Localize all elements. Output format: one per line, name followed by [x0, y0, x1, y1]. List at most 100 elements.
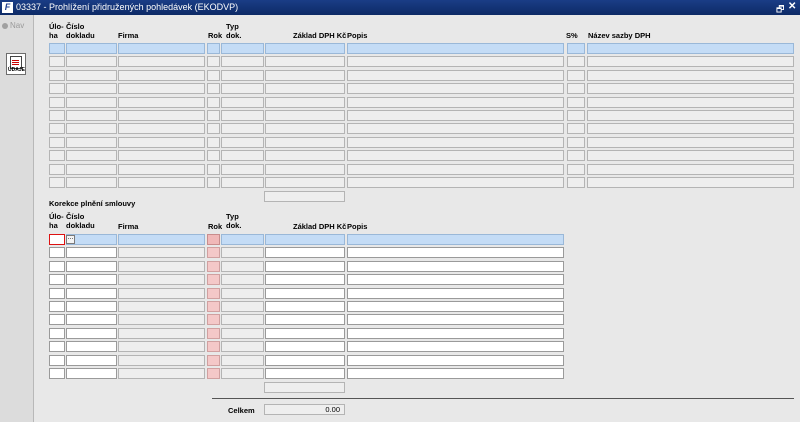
top-cell-cislo[interactable]: [66, 69, 117, 81]
bottom-cell-typ[interactable]: [221, 341, 264, 353]
bottom-cell-uloha[interactable]: [49, 301, 65, 312]
top-cell-nazev[interactable]: [587, 43, 794, 54]
bottom-cell-popis[interactable]: [347, 247, 564, 259]
bottom-cell-popis[interactable]: [347, 287, 564, 299]
top-cell-nazev[interactable]: [587, 96, 794, 108]
bottom-cell-zaklad[interactable]: [265, 314, 345, 326]
top-cell-zaklad[interactable]: [265, 110, 345, 121]
top-cell-uloha[interactable]: [49, 177, 65, 188]
top-cell-rok[interactable]: [207, 163, 220, 175]
bottom-cell-uloha[interactable]: [49, 274, 65, 286]
bottom-cell-firma[interactable]: [118, 368, 205, 379]
lov-button[interactable]: ...: [66, 234, 75, 244]
top-cell-zaklad[interactable]: [265, 150, 345, 162]
top-cell-zaklad[interactable]: [265, 136, 345, 148]
bottom-cell-zaklad[interactable]: [265, 287, 345, 299]
top-cell-rok[interactable]: [207, 96, 220, 108]
restore-window-icon[interactable]: 🗗: [776, 2, 784, 18]
bottom-cell-firma[interactable]: [118, 274, 205, 286]
top-cell-typ[interactable]: [221, 163, 264, 175]
top-cell-nazev[interactable]: [587, 177, 794, 188]
bottom-cell-cislo[interactable]: [66, 354, 117, 366]
bottom-cell-rok[interactable]: [207, 354, 220, 366]
bottom-cell-uloha[interactable]: [49, 354, 65, 366]
top-cell-typ[interactable]: [221, 43, 264, 54]
bottom-cell-cislo[interactable]: [66, 287, 117, 299]
top-cell-popis[interactable]: [347, 96, 564, 108]
top-cell-firma[interactable]: [118, 163, 205, 175]
bottom-cell-cislo[interactable]: [66, 327, 117, 339]
top-cell-nazev[interactable]: [587, 56, 794, 68]
top-cell-zaklad[interactable]: [265, 56, 345, 68]
bottom-cell-rok[interactable]: [207, 274, 220, 286]
top-cell-nazev[interactable]: [587, 123, 794, 135]
top-cell-zaklad[interactable]: [265, 123, 345, 135]
top-cell-spct[interactable]: [567, 43, 585, 54]
top-cell-spct[interactable]: [567, 177, 585, 188]
bottom-cell-popis[interactable]: [347, 354, 564, 366]
bottom-cell-uloha[interactable]: [49, 327, 65, 339]
bottom-cell-cislo[interactable]: [66, 314, 117, 326]
top-cell-popis[interactable]: [347, 163, 564, 175]
top-cell-rok[interactable]: [207, 136, 220, 148]
top-cell-uloha[interactable]: [49, 69, 65, 81]
bottom-cell-typ[interactable]: [221, 354, 264, 366]
top-cell-cislo[interactable]: [66, 136, 117, 148]
bottom-cell-rok[interactable]: [207, 234, 220, 245]
top-cell-firma[interactable]: [118, 177, 205, 188]
top-cell-spct[interactable]: [567, 163, 585, 175]
bottom-cell-cislo[interactable]: [66, 274, 117, 286]
top-cell-firma[interactable]: [118, 69, 205, 81]
top-cell-zaklad[interactable]: [265, 163, 345, 175]
bottom-cell-rok[interactable]: [207, 327, 220, 339]
top-cell-popis[interactable]: [347, 69, 564, 81]
top-cell-popis[interactable]: [347, 150, 564, 162]
bottom-cell-firma[interactable]: [118, 354, 205, 366]
top-cell-typ[interactable]: [221, 96, 264, 108]
bottom-cell-cislo[interactable]: [66, 301, 117, 312]
top-cell-firma[interactable]: [118, 43, 205, 54]
udaje-button[interactable]: ÚDAJE: [6, 53, 26, 75]
bottom-cell-cislo[interactable]: [66, 368, 117, 379]
top-cell-cislo[interactable]: [66, 123, 117, 135]
top-cell-popis[interactable]: [347, 56, 564, 68]
top-cell-zaklad[interactable]: [265, 83, 345, 95]
top-cell-typ[interactable]: [221, 110, 264, 121]
bottom-cell-typ[interactable]: [221, 327, 264, 339]
top-cell-typ[interactable]: [221, 69, 264, 81]
bottom-cell-typ[interactable]: [221, 287, 264, 299]
bottom-cell-firma[interactable]: [118, 247, 205, 259]
top-cell-rok[interactable]: [207, 56, 220, 68]
top-cell-cislo[interactable]: [66, 43, 117, 54]
top-cell-rok[interactable]: [207, 110, 220, 121]
bottom-cell-cislo[interactable]: [66, 260, 117, 272]
top-cell-nazev[interactable]: [587, 69, 794, 81]
bottom-cell-uloha[interactable]: [49, 234, 65, 245]
bottom-cell-uloha[interactable]: [49, 247, 65, 259]
top-cell-rok[interactable]: [207, 43, 220, 54]
top-cell-cislo[interactable]: [66, 83, 117, 95]
bottom-cell-uloha[interactable]: [49, 341, 65, 353]
bottom-cell-firma[interactable]: [118, 327, 205, 339]
bottom-cell-uloha[interactable]: [49, 260, 65, 272]
top-cell-popis[interactable]: [347, 177, 564, 188]
top-cell-uloha[interactable]: [49, 136, 65, 148]
bottom-cell-firma[interactable]: [118, 234, 205, 245]
bottom-cell-popis[interactable]: [347, 341, 564, 353]
top-cell-uloha[interactable]: [49, 150, 65, 162]
top-cell-cislo[interactable]: [66, 150, 117, 162]
bottom-cell-popis[interactable]: [347, 274, 564, 286]
top-cell-firma[interactable]: [118, 96, 205, 108]
top-cell-uloha[interactable]: [49, 83, 65, 95]
top-cell-spct[interactable]: [567, 136, 585, 148]
top-cell-typ[interactable]: [221, 136, 264, 148]
top-cell-spct[interactable]: [567, 96, 585, 108]
bottom-cell-firma[interactable]: [118, 301, 205, 312]
top-cell-rok[interactable]: [207, 123, 220, 135]
top-cell-zaklad[interactable]: [265, 69, 345, 81]
top-cell-spct[interactable]: [567, 69, 585, 81]
top-cell-rok[interactable]: [207, 150, 220, 162]
bottom-cell-firma[interactable]: [118, 260, 205, 272]
top-cell-uloha[interactable]: [49, 163, 65, 175]
bottom-cell-rok[interactable]: [207, 287, 220, 299]
